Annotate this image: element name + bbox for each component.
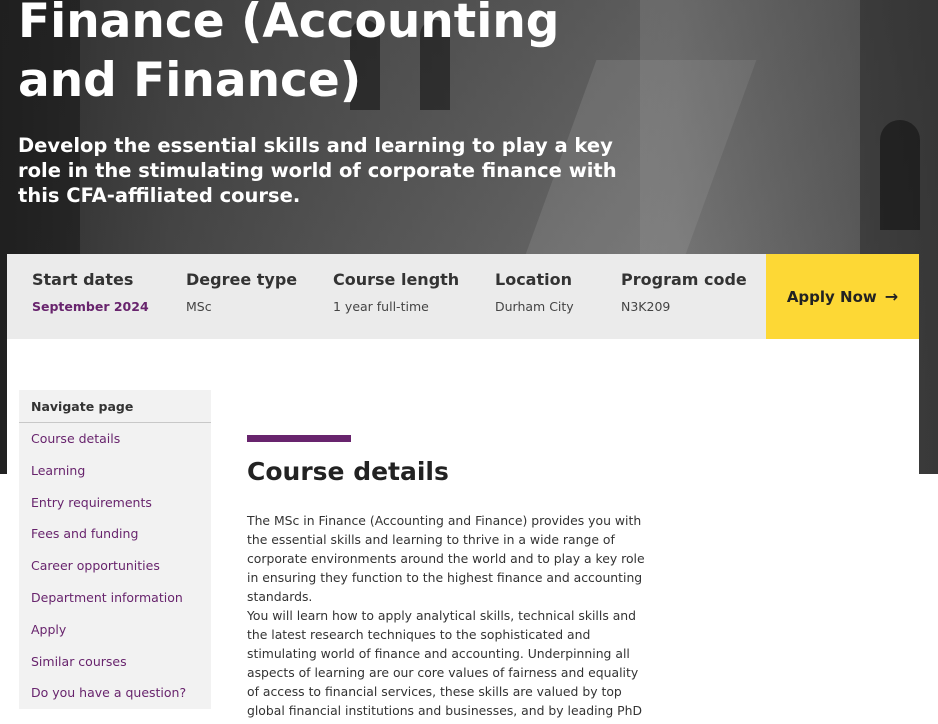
section-accent-bar — [247, 435, 351, 442]
info-value: September 2024 — [32, 299, 149, 314]
nav-link-department-information[interactable]: Department information — [19, 582, 211, 614]
hero-image-window — [880, 120, 920, 230]
info-label: Program code — [621, 270, 747, 289]
course-description-paragraph: The MSc in Finance (Accounting and Finan… — [247, 513, 645, 604]
info-course-length: Course length 1 year full-time — [333, 270, 459, 314]
page-navigation: Navigate page Course details Learning En… — [19, 390, 211, 709]
info-label: Location — [495, 270, 572, 289]
nav-link-fees-and-funding[interactable]: Fees and funding — [19, 518, 211, 550]
arrow-right-icon: → — [884, 287, 899, 306]
info-label: Start dates — [32, 270, 134, 289]
course-key-info-bar: Start dates September 2024 Degree type M… — [7, 254, 919, 339]
nav-link-learning[interactable]: Learning — [19, 455, 211, 487]
info-program-code: Program code N3K209 — [621, 270, 747, 314]
page-subtitle: Develop the essential skills and learnin… — [18, 134, 617, 207]
page-title: Finance (Accounting and Finance) — [18, 0, 560, 108]
nav-link-career-opportunities[interactable]: Career opportunities — [19, 550, 211, 582]
info-location: Location Durham City — [495, 270, 574, 314]
info-value: Durham City — [495, 299, 574, 314]
info-degree-type: Degree type MSc — [186, 270, 297, 314]
info-value: MSc — [186, 299, 212, 314]
navigation-heading: Navigate page — [19, 390, 211, 423]
info-start-dates: Start dates September 2024 — [32, 270, 149, 314]
info-value: N3K209 — [621, 299, 671, 314]
info-label: Course length — [333, 270, 460, 289]
nav-link-course-details[interactable]: Course details — [19, 423, 211, 455]
nav-link-apply[interactable]: Apply — [19, 614, 211, 646]
nav-link-similar-courses[interactable]: Similar courses — [19, 646, 211, 678]
apply-now-button[interactable]: Apply Now → — [766, 254, 919, 339]
section-title: Course details — [247, 457, 449, 486]
course-description-paragraph: You will learn how to apply analytical s… — [247, 608, 643, 724]
nav-link-entry-requirements[interactable]: Entry requirements — [19, 487, 211, 519]
info-value: 1 year full-time — [333, 299, 429, 314]
nav-link-question[interactable]: Do you have a question? — [19, 677, 211, 709]
apply-now-label: Apply Now — [786, 287, 877, 306]
info-label: Degree type — [186, 270, 298, 289]
